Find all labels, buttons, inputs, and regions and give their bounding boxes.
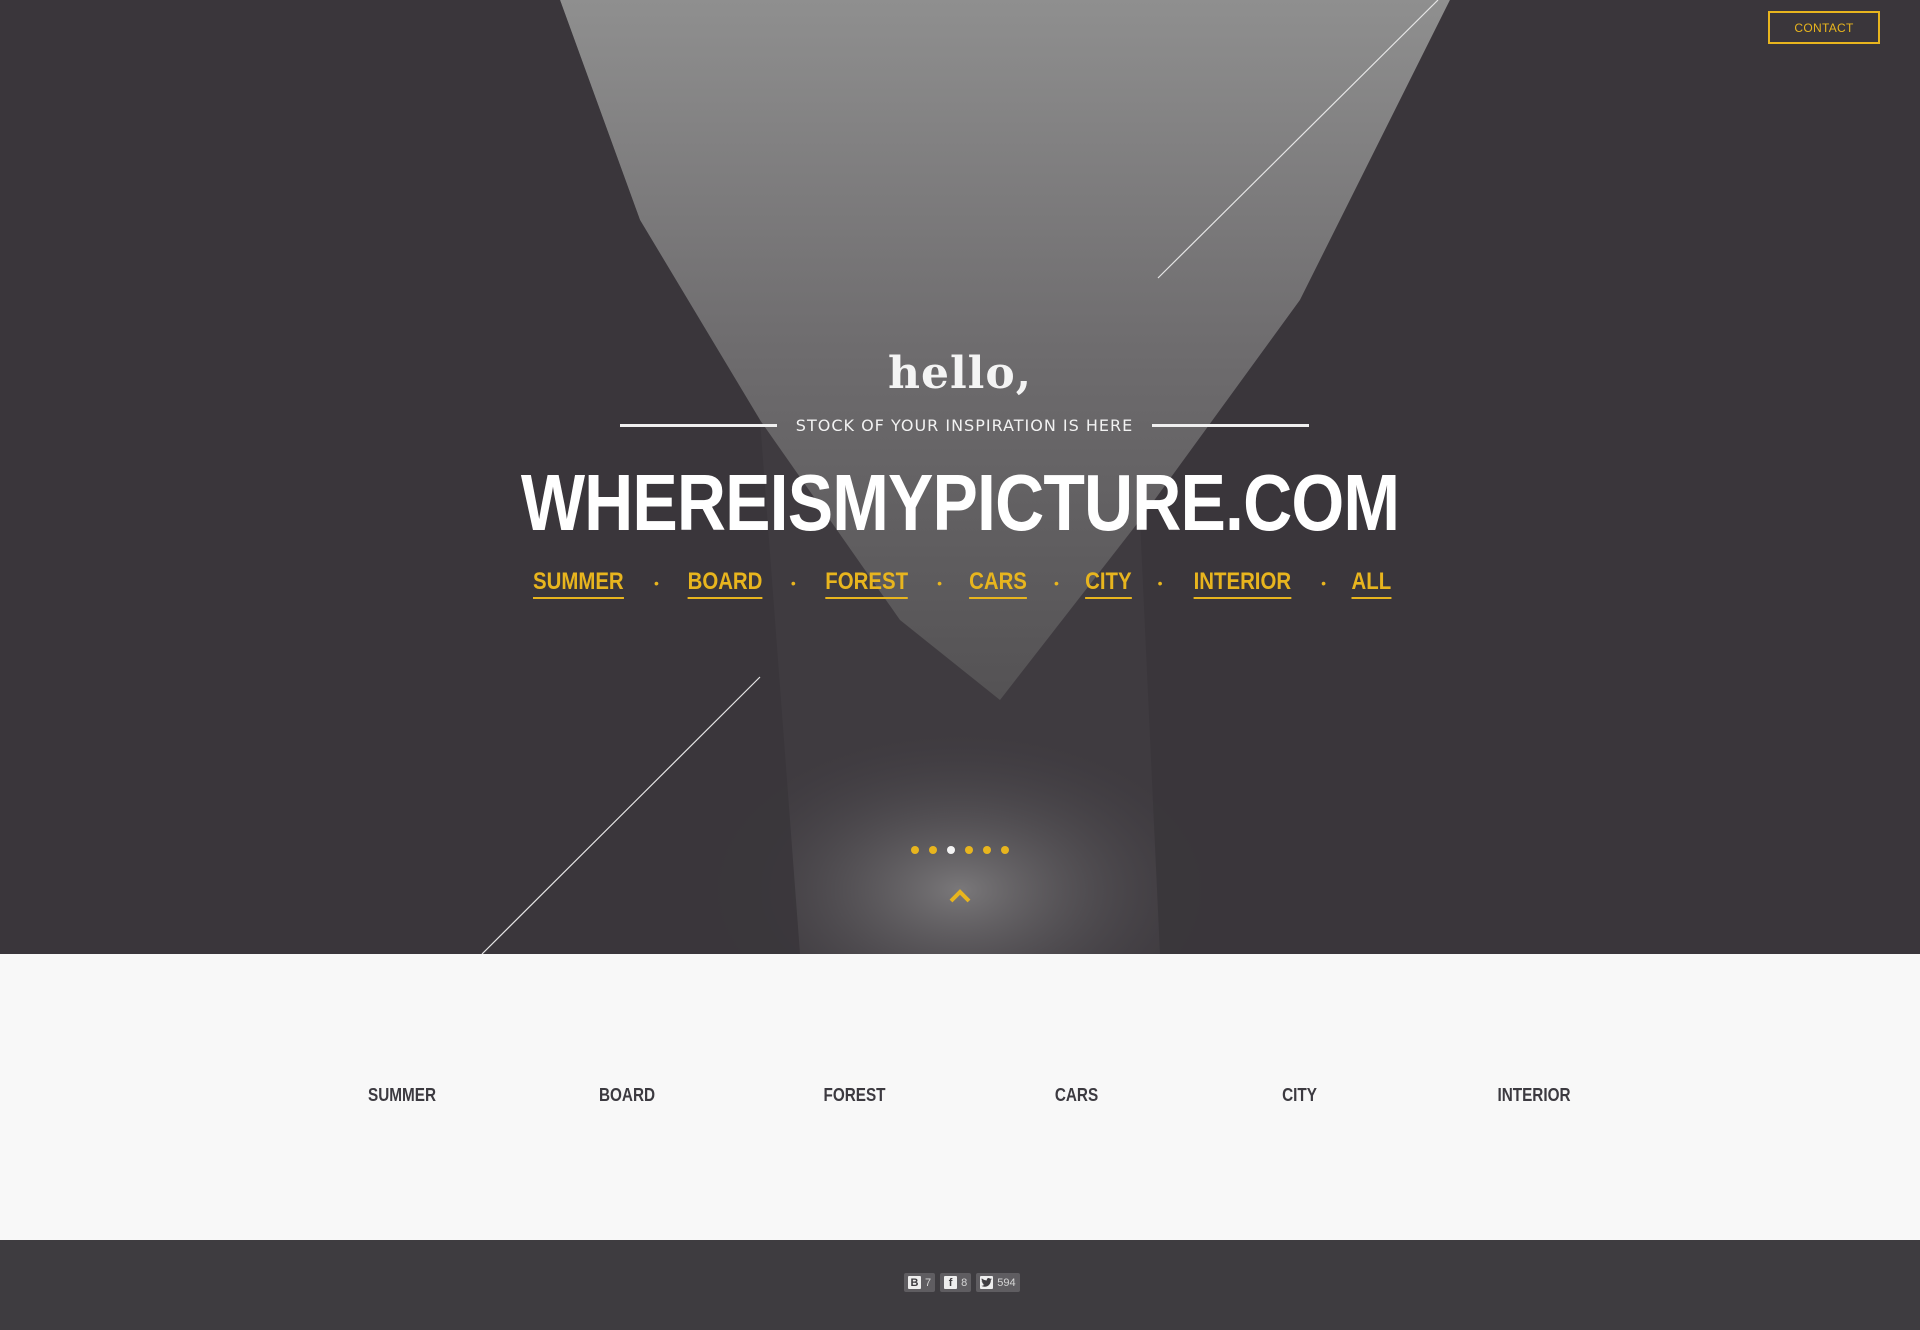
category-city[interactable]: CITY	[1282, 1085, 1317, 1106]
site-title: WHEREISMYPICTURE.COM	[520, 458, 1400, 547]
nav-separator: •	[1157, 575, 1163, 591]
category-forest[interactable]: FOREST	[823, 1085, 885, 1106]
twitter-share-button[interactable]: 594	[976, 1273, 1020, 1292]
slide-dot-2[interactable]	[929, 846, 937, 854]
nav-separator: •	[937, 575, 942, 591]
facebook-icon: f	[944, 1276, 958, 1289]
hero-section: CONTACT hello, STOCK OF YOUR INSPIRATION…	[0, 0, 1920, 954]
tagline-row: STOCK OF YOUR INSPIRATION IS HERE	[620, 413, 1310, 437]
category-nav: SUMMER • BOARD • FOREST • CARS • CITY • …	[0, 567, 1920, 599]
slider-pagination	[0, 846, 1920, 854]
nav-link-summer[interactable]: SUMMER	[533, 567, 624, 599]
nav-link-cars[interactable]: CARS	[969, 567, 1027, 599]
contact-button[interactable]: CONTACT	[1768, 11, 1880, 44]
facebook-share-button[interactable]: f 8	[940, 1273, 972, 1292]
nav-link-city[interactable]: CITY	[1085, 567, 1132, 599]
twitter-share-count: 594	[997, 1276, 1016, 1289]
nav-link-forest[interactable]: FOREST	[825, 567, 908, 599]
chevron-up-icon[interactable]	[948, 888, 972, 904]
nav-separator: •	[790, 575, 796, 591]
category-board[interactable]: BOARD	[599, 1085, 655, 1106]
hello-script-heading: hello,	[887, 348, 1033, 399]
nav-link-board[interactable]: BOARD	[687, 567, 763, 599]
vk-icon: B	[908, 1276, 921, 1289]
nav-separator: •	[1054, 575, 1059, 591]
vk-share-button[interactable]: B 7	[904, 1273, 936, 1292]
tagline-right-rule	[1152, 423, 1310, 427]
category-interior[interactable]: INTERIOR	[1497, 1085, 1570, 1106]
nav-separator: •	[653, 575, 659, 591]
slide-dot-4[interactable]	[965, 846, 973, 854]
tagline-left-rule	[620, 423, 777, 427]
categories-section: SUMMER BOARD FOREST CARS CITY INTERIOR	[0, 954, 1920, 1240]
nav-link-interior[interactable]: INTERIOR	[1193, 567, 1291, 599]
social-share-buttons: B 7 f 8 594	[904, 1273, 1020, 1292]
nav-separator: •	[1321, 575, 1327, 591]
category-summer[interactable]: SUMMER	[368, 1085, 436, 1106]
nav-link-all[interactable]: ALL	[1351, 567, 1392, 599]
slide-dot-6[interactable]	[1001, 846, 1009, 854]
slide-dot-3[interactable]	[947, 846, 955, 854]
footer: B 7 f 8 594	[0, 1240, 1920, 1330]
vk-share-count: 7	[925, 1276, 932, 1289]
slide-dot-1[interactable]	[911, 846, 919, 854]
category-cars[interactable]: CARS	[1055, 1085, 1098, 1106]
facebook-share-count: 8	[961, 1276, 968, 1289]
twitter-icon	[980, 1276, 994, 1289]
slide-dot-5[interactable]	[983, 846, 991, 854]
tagline: STOCK OF YOUR INSPIRATION IS HERE	[795, 415, 1134, 435]
